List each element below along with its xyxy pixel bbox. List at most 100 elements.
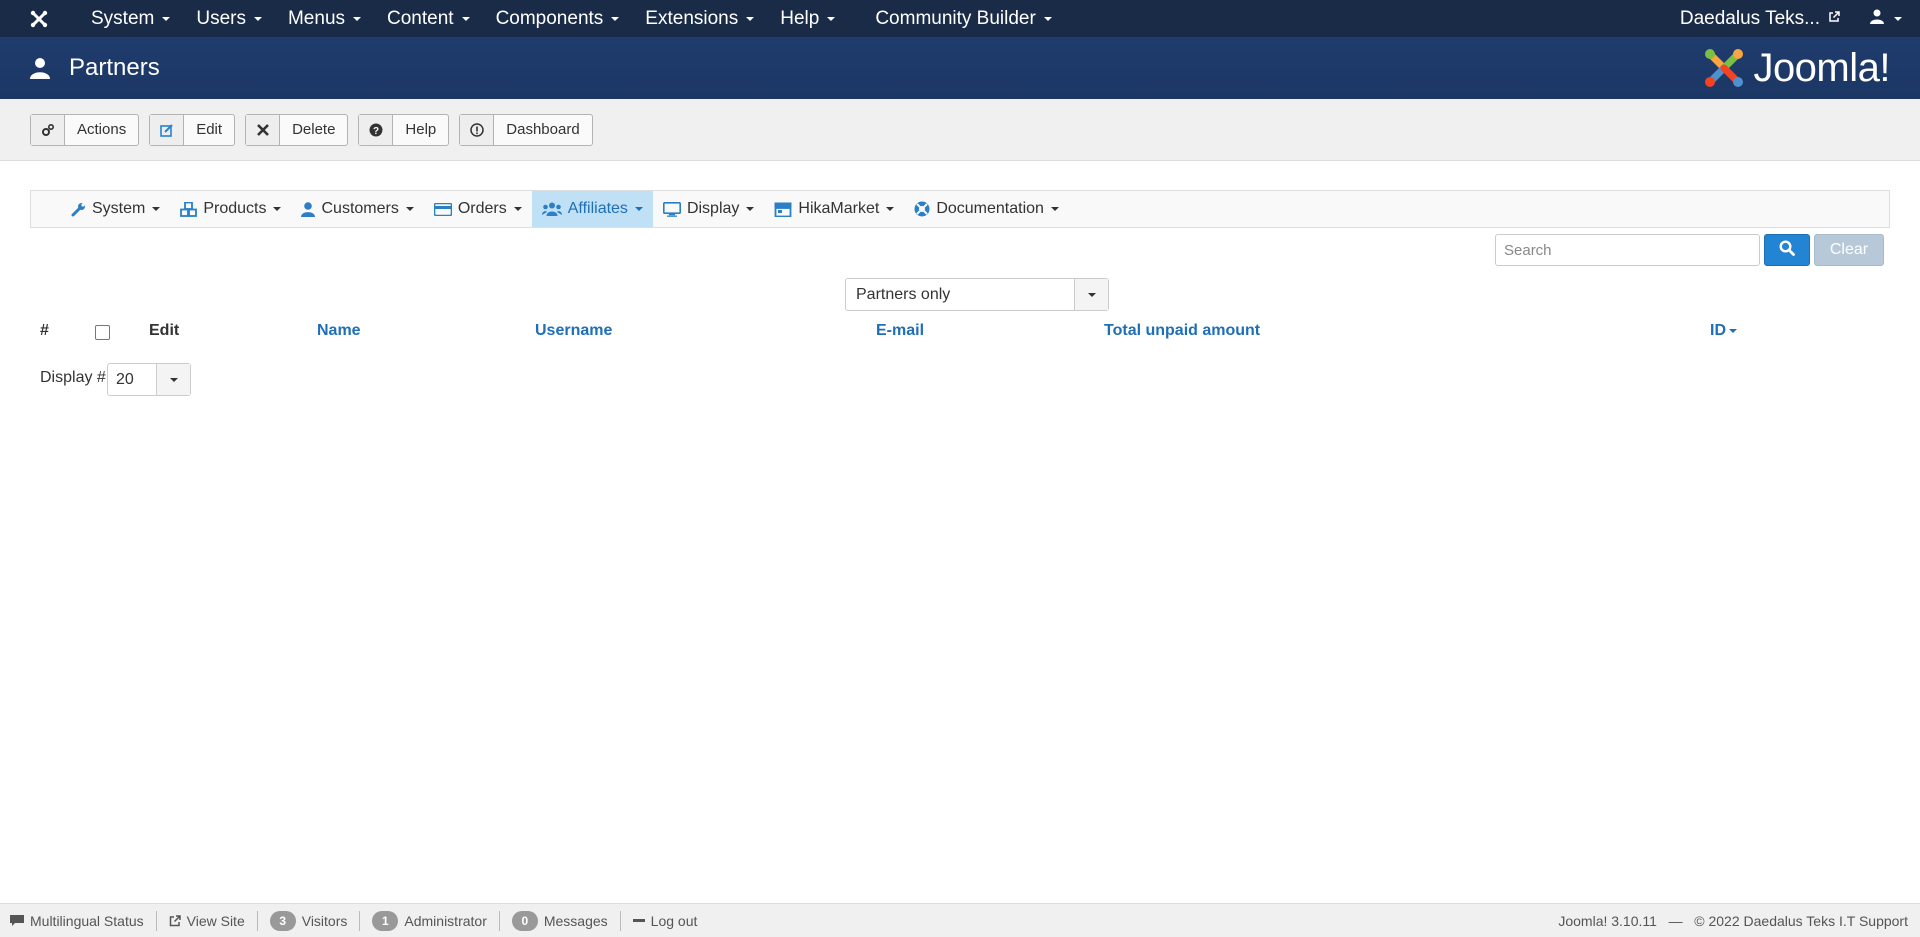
status-bar: Multilingual Status View Site 3 Visitors… — [0, 903, 1920, 937]
caret-down-icon — [152, 207, 161, 211]
user-menu[interactable] — [1860, 9, 1920, 29]
menu-extensions[interactable]: Extensions — [632, 0, 767, 37]
menu-menus[interactable]: Menus — [275, 0, 374, 37]
submenu-orders[interactable]: Orders — [424, 191, 532, 227]
column-id[interactable]: ID — [1710, 322, 1737, 340]
menu-label: Help — [780, 7, 820, 29]
help-button[interactable]: ? Help — [358, 113, 450, 146]
submenu-display[interactable]: Display — [653, 191, 764, 227]
site-link[interactable]: Daedalus Teks... — [1660, 8, 1860, 30]
partner-filter-select[interactable]: Partners only — [845, 278, 1109, 311]
credit-card-icon — [433, 202, 452, 216]
joomla-version: Joomla! 3.10.11 — [1558, 912, 1657, 929]
submenu-label: HikaMarket — [798, 200, 880, 217]
menu-label: Content — [387, 7, 454, 29]
submenu-products[interactable]: Products — [170, 191, 291, 227]
top-navbar: System Users Menus Content Components Ex… — [0, 0, 1920, 37]
menu-help[interactable]: Help — [767, 0, 848, 37]
caret-down-icon — [1087, 292, 1096, 297]
caret-down-icon — [353, 16, 362, 21]
search-input[interactable] — [1495, 234, 1760, 266]
comment-icon — [10, 914, 24, 927]
caret-down-icon — [827, 16, 836, 21]
check-all-checkbox[interactable] — [95, 325, 110, 345]
display-limit-select[interactable]: 20 — [107, 363, 191, 396]
minus-icon — [632, 918, 645, 923]
admin-count-badge: 1 — [372, 910, 399, 931]
monitor-icon — [662, 201, 681, 217]
logout-link[interactable]: Log out — [621, 911, 710, 931]
external-link-icon — [1828, 11, 1840, 26]
caret-down-icon — [611, 16, 620, 21]
messages-status[interactable]: 0 Messages — [500, 910, 621, 931]
footer-info: Joomla! 3.10.11 — © 2022 Daedalus Teks I… — [1558, 913, 1920, 929]
search-button[interactable] — [1764, 234, 1810, 266]
messages-count-badge: 0 — [511, 910, 538, 931]
menu-system[interactable]: System — [78, 0, 183, 37]
user-icon — [29, 55, 51, 81]
administrator-status[interactable]: 1 Administrator — [360, 910, 500, 931]
submenu-label: Products — [203, 200, 267, 217]
caret-down-icon — [273, 207, 282, 211]
menu-label: Components — [495, 7, 604, 29]
messages-label: Messages — [543, 912, 608, 929]
page-header: Partners Joomla! — [0, 37, 1920, 99]
edit-label: Edit — [196, 121, 223, 138]
joomla-logo-icon — [1705, 49, 1744, 87]
close-icon — [246, 114, 281, 145]
multilingual-label: Multilingual Status — [30, 912, 144, 929]
column-total-unpaid[interactable]: Total unpaid amount — [1104, 322, 1260, 340]
help-label: Help — [405, 121, 437, 138]
lifebuoy-icon — [914, 201, 930, 217]
view-site-label: View Site — [186, 912, 245, 929]
submenu-documentation[interactable]: Documentation — [904, 191, 1069, 227]
edit-button[interactable]: Edit — [149, 113, 236, 146]
column-name[interactable]: Name — [317, 322, 361, 340]
submenu-label: Affiliates — [567, 200, 628, 217]
user-icon — [301, 201, 316, 217]
multilingual-status[interactable]: Multilingual Status — [0, 910, 157, 931]
menu-content[interactable]: Content — [374, 0, 483, 37]
column-number: # — [40, 322, 49, 339]
joomla-logo: Joomla! — [1701, 45, 1890, 91]
submenu-system[interactable]: System — [61, 191, 170, 227]
administrator-label: Administrator — [404, 912, 487, 929]
caret-down-icon — [1894, 16, 1902, 21]
caret-down-icon — [162, 16, 171, 21]
delete-button[interactable]: Delete — [245, 113, 349, 146]
submenu-hikamarket[interactable]: HikaMarket — [764, 191, 904, 227]
caret-down-icon — [886, 207, 895, 211]
users-icon — [541, 202, 562, 216]
visitors-status[interactable]: 3 Visitors — [258, 910, 361, 931]
user-icon — [1870, 9, 1884, 29]
submenu-customers[interactable]: Customers — [291, 191, 423, 227]
actions-button[interactable]: Actions — [30, 113, 140, 146]
dashboard-button[interactable]: Dashboard — [459, 113, 593, 146]
submenu-label: Orders — [457, 200, 507, 217]
submenu-affiliates[interactable]: Affiliates — [531, 191, 653, 227]
delete-label: Delete — [292, 121, 336, 138]
menu-components[interactable]: Components — [483, 0, 633, 37]
view-site-link[interactable]: View Site — [157, 910, 258, 931]
external-link-icon — [169, 914, 181, 927]
menu-community-builder[interactable]: Community Builder — [862, 0, 1065, 37]
visitors-label: Visitors — [301, 912, 348, 929]
copyright-text: © 2022 Daedalus Teks I.T Support — [1694, 912, 1908, 929]
clear-button[interactable]: Clear — [1814, 234, 1884, 266]
caret-down-icon — [169, 377, 178, 382]
column-username[interactable]: Username — [535, 322, 612, 340]
nav-right: Daedalus Teks... — [1660, 0, 1920, 37]
display-limit-value: 20 — [116, 370, 134, 388]
caret-down-icon — [513, 207, 522, 211]
joomla-home-icon[interactable] — [0, 0, 78, 37]
dropdown-arrow — [1074, 279, 1108, 310]
menu-label: Community Builder — [875, 7, 1036, 29]
info-circle-icon — [460, 114, 495, 145]
menu-label: System — [91, 7, 155, 29]
submenu-label: Documentation — [936, 200, 1044, 217]
menu-label: Menus — [287, 7, 346, 29]
actions-label: Actions — [77, 121, 127, 138]
menu-users[interactable]: Users — [183, 0, 275, 37]
column-email[interactable]: E-mail — [876, 322, 924, 340]
cogs-icon — [31, 114, 65, 145]
